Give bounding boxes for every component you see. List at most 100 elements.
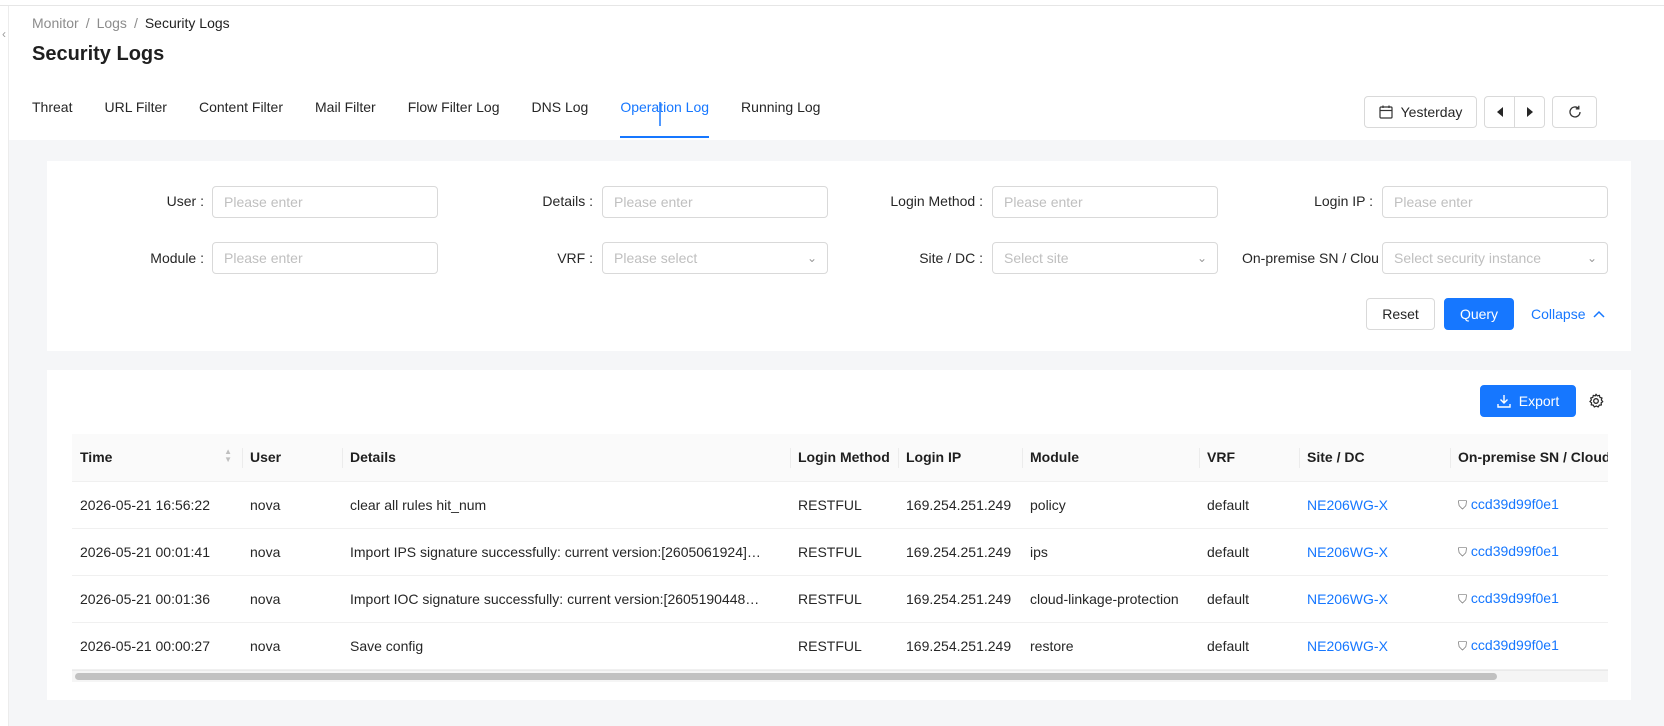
caret-right-icon — [1526, 107, 1533, 117]
chevron-down-icon: ⌄ — [1586, 251, 1597, 265]
column-header-site-dc: Site / DC — [1299, 434, 1450, 482]
onprem-sn-label: On-premise SN / Clou — [1242, 250, 1379, 266]
scrollbar-thumb[interactable] — [75, 673, 1497, 680]
export-button[interactable]: Export — [1480, 385, 1576, 417]
cell-site-dc-link[interactable]: NE206WG-X — [1299, 481, 1450, 529]
collapse-sidebar-icon[interactable]: ‹ — [2, 28, 14, 40]
query-button[interactable]: Query — [1444, 298, 1514, 330]
column-settings-button[interactable] — [1588, 393, 1604, 409]
onprem-sn-link[interactable]: ccd39d99f0e1 — [1471, 590, 1559, 606]
text-cursor — [659, 102, 661, 126]
cell-site-dc-link[interactable]: NE206WG-X — [1299, 575, 1450, 623]
reset-button[interactable]: Reset — [1366, 298, 1435, 330]
cell-vrf: default — [1199, 528, 1299, 576]
tab-flow-filter-log[interactable]: Flow Filter Log — [408, 98, 500, 138]
gear-icon — [1589, 393, 1604, 408]
module-label: Module : — [150, 250, 204, 266]
cell-login-method: RESTFUL — [790, 481, 898, 529]
cell-login-method: RESTFUL — [790, 528, 898, 576]
collapse-label: Collapse — [1531, 306, 1586, 322]
login-method-label: Login Method : — [890, 193, 983, 209]
collapse-button[interactable]: Collapse — [1531, 306, 1606, 322]
login-method-input[interactable]: Please enter — [992, 186, 1218, 218]
user-label: User : — [166, 193, 204, 209]
cell-onprem-sn: ⛉ ccd39d99f0e1 — [1450, 528, 1608, 576]
cell-login-ip: 169.254.251.249 — [898, 528, 1022, 576]
calendar-icon — [1379, 105, 1393, 119]
details-label: Details : — [542, 193, 593, 209]
tab-mail-filter[interactable]: Mail Filter — [315, 98, 376, 138]
details-input[interactable]: Please enter — [602, 186, 828, 218]
tab-dns-log[interactable]: DNS Log — [532, 98, 589, 138]
vrf-label: VRF : — [557, 250, 593, 266]
cell-vrf: default — [1199, 575, 1299, 623]
refresh-button[interactable] — [1552, 96, 1597, 128]
cell-details: clear all rules hit_num — [342, 481, 790, 529]
breadcrumb-logs[interactable]: Logs — [97, 15, 127, 31]
cell-user: nova — [242, 528, 342, 576]
chevron-down-icon: ⌄ — [806, 251, 817, 265]
breadcrumb-current: Security Logs — [144, 15, 230, 31]
vrf-select[interactable]: Please select ⌄ — [602, 242, 828, 274]
login-ip-input[interactable]: Please enter — [1382, 186, 1608, 218]
tab-operation-log[interactable]: Operation Log — [620, 98, 709, 138]
chevron-down-icon: ⌄ — [1196, 251, 1207, 265]
date-picker-label: Yesterday — [1400, 104, 1463, 120]
table-row: 2026-05-21 00:00:27 nova Save config RES… — [72, 622, 1608, 670]
site-dc-select[interactable]: Select site ⌄ — [992, 242, 1218, 274]
cell-module: policy — [1022, 481, 1199, 529]
tab-url-filter[interactable]: URL Filter — [104, 98, 167, 138]
onprem-sn-link[interactable]: ccd39d99f0e1 — [1471, 637, 1559, 653]
breadcrumb-separator: / — [133, 15, 138, 31]
column-header-login-ip: Login IP — [898, 434, 1022, 482]
shield-icon: ⛉ — [1458, 639, 1468, 653]
refresh-icon — [1568, 105, 1581, 118]
table-header-row: Time ▲ ▼ User Details Login Method Login I… — [72, 434, 1608, 482]
breadcrumb-monitor[interactable]: Monitor — [32, 15, 79, 31]
user-input[interactable]: Please enter — [212, 186, 438, 218]
cell-site-dc-link[interactable]: NE206WG-X — [1299, 622, 1450, 670]
chevron-up-icon — [1593, 310, 1606, 318]
module-input[interactable]: Please enter — [212, 242, 438, 274]
tab-content-filter[interactable]: Content Filter — [199, 98, 283, 138]
cell-login-ip: 169.254.251.249 — [898, 575, 1022, 623]
cell-login-ip: 169.254.251.249 — [898, 622, 1022, 670]
cell-onprem-sn: ⛉ ccd39d99f0e1 — [1450, 575, 1608, 623]
column-header-time[interactable]: Time ▲ ▼ — [72, 434, 242, 482]
onprem-sn-link[interactable]: ccd39d99f0e1 — [1471, 496, 1559, 512]
cell-user: nova — [242, 481, 342, 529]
date-picker-button[interactable]: Yesterday — [1364, 96, 1477, 128]
cell-site-dc-link[interactable]: NE206WG-X — [1299, 528, 1450, 576]
column-header-login-method: Login Method — [790, 434, 898, 482]
next-day-button[interactable] — [1514, 96, 1545, 128]
shield-icon: ⛉ — [1458, 498, 1468, 512]
login-ip-label: Login IP : — [1314, 193, 1373, 209]
table-row: 2026-05-21 00:01:41 nova Import IPS sign… — [72, 528, 1608, 576]
previous-day-button[interactable] — [1484, 96, 1515, 128]
query-label: Query — [1459, 306, 1499, 322]
cell-user: nova — [242, 575, 342, 623]
left-divider — [8, 6, 9, 726]
cell-vrf: default — [1199, 481, 1299, 529]
tab-threat[interactable]: Threat — [32, 98, 72, 138]
cell-module: cloud-linkage-protection — [1022, 575, 1199, 623]
download-icon — [1497, 395, 1511, 408]
cell-time: 2026-05-21 16:56:22 — [72, 481, 242, 529]
cell-login-ip: 169.254.251.249 — [898, 481, 1022, 529]
cell-time: 2026-05-21 00:01:41 — [72, 528, 242, 576]
table-row: 2026-05-21 00:01:36 nova Import IOC sign… — [72, 575, 1608, 623]
onprem-sn-link[interactable]: ccd39d99f0e1 — [1471, 543, 1559, 559]
column-header-vrf: VRF — [1199, 434, 1299, 482]
column-header-onprem-sn: On-premise SN / Cloud — [1450, 434, 1608, 482]
column-header-user: User — [242, 434, 342, 482]
tab-running-log[interactable]: Running Log — [741, 98, 820, 138]
cell-vrf: default — [1199, 622, 1299, 670]
cell-onprem-sn: ⛉ ccd39d99f0e1 — [1450, 481, 1608, 529]
export-label: Export — [1518, 393, 1560, 409]
caret-left-icon — [1496, 107, 1503, 117]
cell-module: restore — [1022, 622, 1199, 670]
cell-time: 2026-05-21 00:01:36 — [72, 575, 242, 623]
onprem-sn-select[interactable]: Select security instance ⌄ — [1382, 242, 1608, 274]
cell-details: Save config — [342, 622, 790, 670]
sort-icon[interactable]: ▲ ▼ — [224, 448, 232, 464]
